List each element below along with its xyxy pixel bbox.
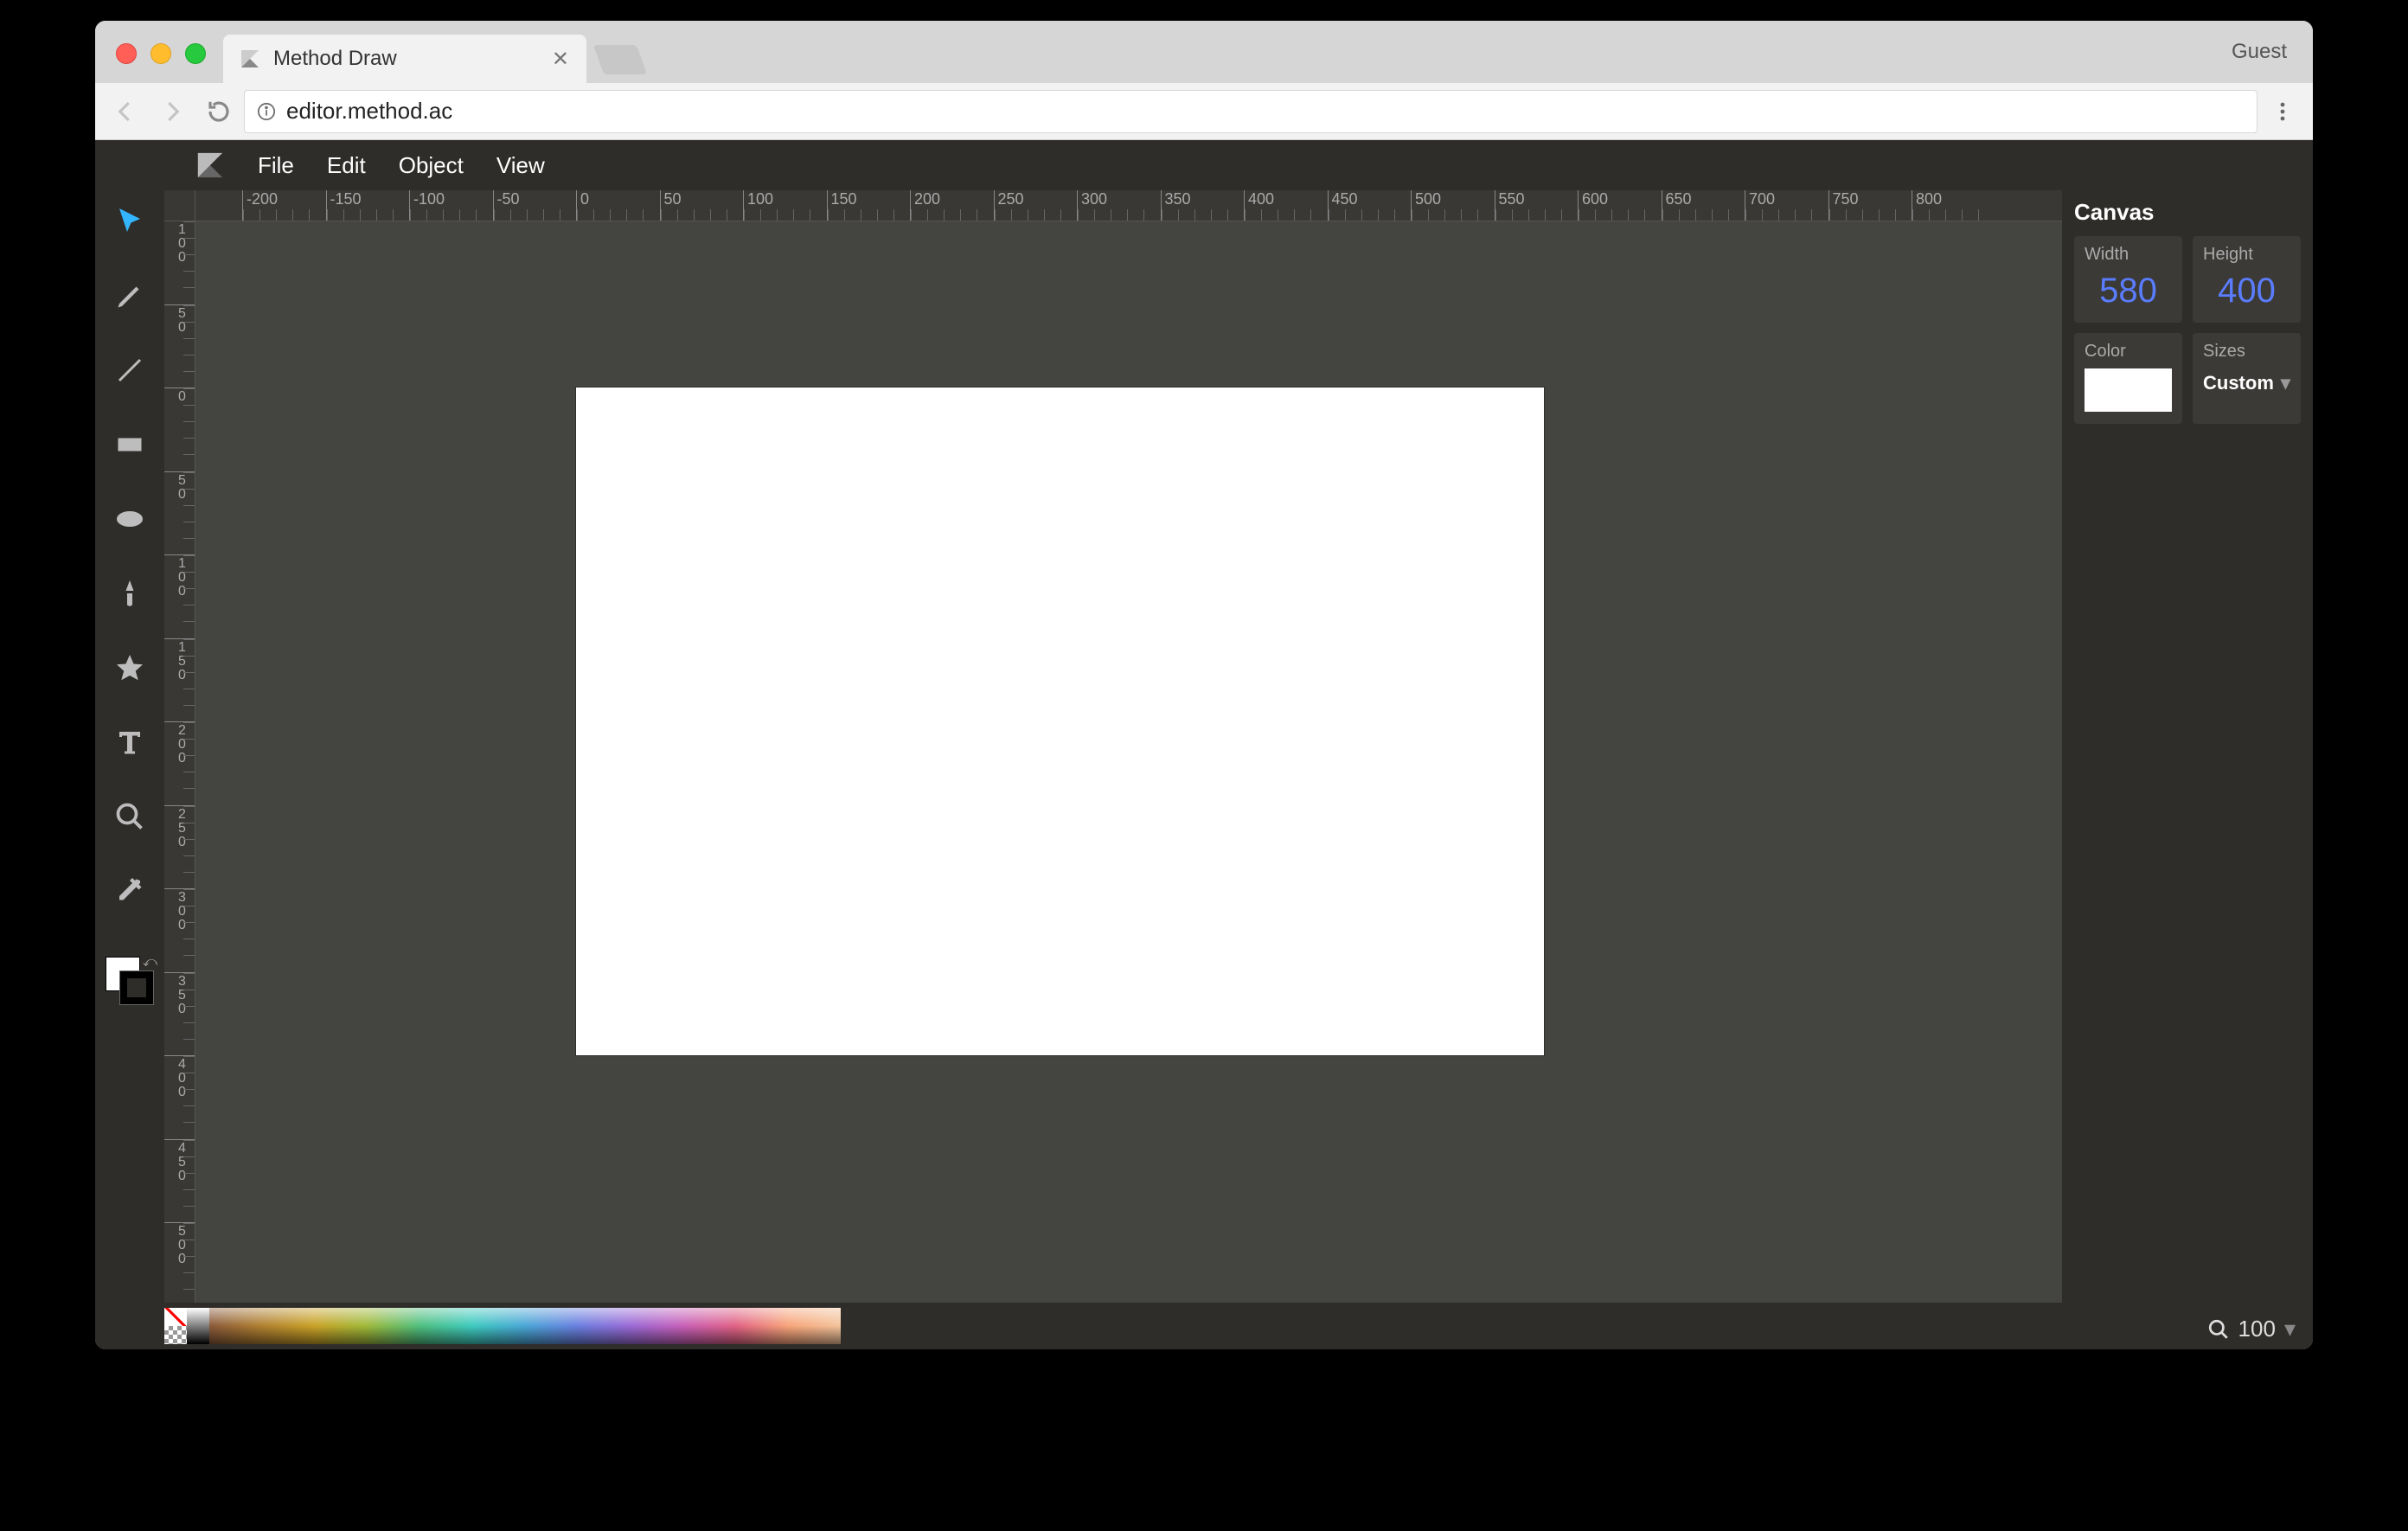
reload-button[interactable] — [197, 90, 240, 133]
height-value[interactable]: 400 — [2203, 272, 2290, 311]
canvas-color-swatch[interactable] — [2085, 368, 2172, 412]
rectangle-tool[interactable] — [112, 427, 147, 462]
menu-object[interactable]: Object — [399, 152, 464, 179]
profile-label[interactable]: Guest — [2232, 40, 2287, 64]
app-menubar: File Edit Object View — [95, 140, 2313, 190]
ellipse-tool[interactable] — [112, 502, 147, 536]
tab-favicon — [237, 46, 263, 72]
forward-button[interactable] — [150, 90, 194, 133]
path-tool[interactable] — [112, 576, 147, 611]
fill-stroke-swatches[interactable]: ⤺ — [106, 957, 154, 1005]
browser-menu-button[interactable] — [2261, 90, 2304, 133]
panel-title: Canvas — [2074, 199, 2301, 226]
canvas-height-field[interactable]: Height 400 — [2193, 236, 2301, 323]
browser-window: Method Draw ✕ Guest editor.method.ac — [95, 21, 2313, 1349]
close-window-button[interactable] — [116, 43, 137, 64]
statusbar: 100 ▾ — [95, 1303, 2313, 1349]
minimize-window-button[interactable] — [150, 43, 171, 64]
stroke-swatch[interactable] — [119, 970, 154, 1005]
canvas-color-field[interactable]: Color — [2074, 333, 2182, 424]
width-value[interactable]: 580 — [2085, 272, 2172, 311]
height-label: Height — [2203, 245, 2290, 265]
window-controls — [116, 43, 206, 64]
canvas-width-field[interactable]: Width 580 — [2074, 236, 2182, 323]
line-tool[interactable] — [112, 353, 147, 388]
canvas-sizes-field[interactable]: Sizes Custom ▾ — [2193, 333, 2301, 424]
workspace: ⤺ -200-150-100-5005010015020025030035040… — [95, 190, 2313, 1303]
tab-close-button[interactable]: ✕ — [548, 47, 573, 72]
app-logo-icon[interactable] — [195, 151, 225, 180]
zoom-icon — [2207, 1318, 2230, 1341]
width-label: Width — [2085, 245, 2172, 265]
ruler-corner — [164, 190, 195, 221]
artboard[interactable] — [576, 388, 1544, 1055]
eyedropper-tool[interactable] — [112, 874, 147, 908]
menu-file[interactable]: File — [258, 152, 294, 179]
tab-title: Method Draw — [273, 47, 538, 71]
palette-grayscale[interactable] — [187, 1308, 209, 1344]
shape-tool[interactable] — [112, 650, 147, 685]
url-text: editor.method.ac — [286, 98, 452, 125]
new-tab-button[interactable] — [593, 45, 647, 74]
canvas-viewport[interactable] — [195, 221, 2062, 1303]
text-tool[interactable] — [112, 725, 147, 759]
ruler-horizontal[interactable]: -200-150-100-500501001502002503003504004… — [195, 190, 2062, 221]
zoom-tool[interactable] — [112, 799, 147, 834]
color-palette[interactable] — [164, 1308, 841, 1344]
color-label: Color — [2085, 342, 2172, 362]
dropdown-caret-icon: ▾ — [2281, 372, 2290, 394]
zoom-control[interactable]: 100 ▾ — [2207, 1316, 2296, 1342]
tool-palette: ⤺ — [95, 190, 164, 1303]
app-root: File Edit Object View — [95, 140, 2313, 1349]
sizes-value: Custom — [2203, 372, 2274, 394]
pencil-tool[interactable] — [112, 279, 147, 313]
palette-none[interactable] — [164, 1308, 187, 1326]
browser-toolbar: editor.method.ac — [95, 83, 2313, 140]
select-tool[interactable] — [112, 204, 147, 239]
properties-panel: Canvas Width 580 Height 400 Color — [2062, 190, 2313, 1303]
canvas-area: -200-150-100-500501001502002503003504004… — [164, 190, 2062, 1303]
sizes-label: Sizes — [2203, 342, 2290, 362]
zoom-caret-icon: ▾ — [2284, 1316, 2296, 1342]
swap-fill-stroke-icon[interactable]: ⤺ — [143, 955, 157, 970]
palette-transparent[interactable] — [164, 1326, 187, 1344]
palette-colors[interactable] — [209, 1308, 841, 1344]
site-info-icon[interactable] — [257, 102, 276, 121]
maximize-window-button[interactable] — [185, 43, 206, 64]
menu-view[interactable]: View — [496, 152, 545, 179]
menu-edit[interactable]: Edit — [327, 152, 366, 179]
zoom-value[interactable]: 100 — [2238, 1316, 2276, 1342]
address-bar[interactable]: editor.method.ac — [244, 90, 2258, 133]
browser-tab[interactable]: Method Draw ✕ — [223, 35, 586, 83]
browser-tabstrip: Method Draw ✕ Guest — [95, 21, 2313, 83]
back-button[interactable] — [104, 90, 147, 133]
ruler-vertical[interactable]: 10050050100150200250300350400450500 — [164, 221, 195, 1303]
